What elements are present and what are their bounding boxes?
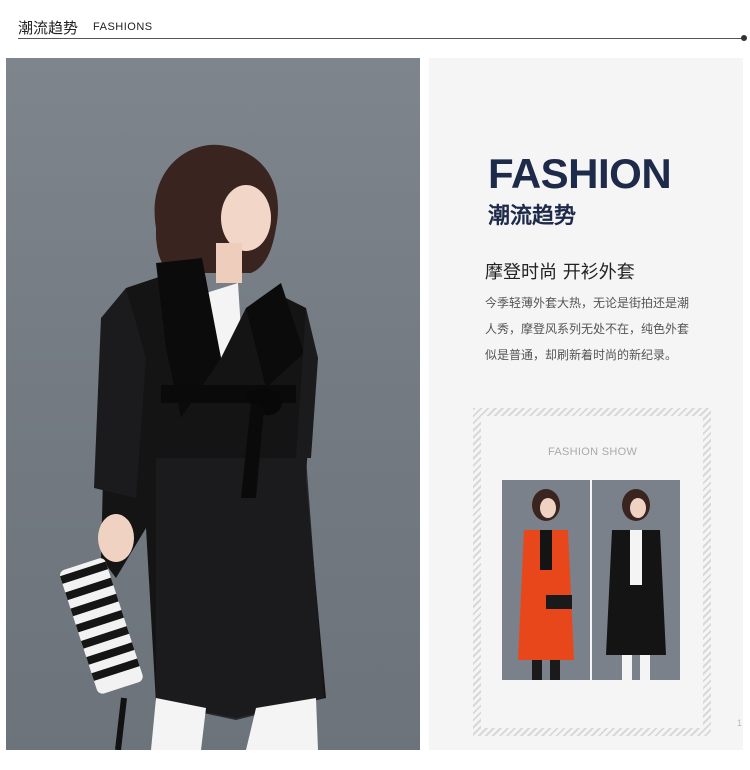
description-line: 人秀，摩登风系列无处不在，纯色外套 <box>485 322 690 336</box>
product-description: 今季轻薄外套大热，无论是街拍还是潮 人秀，摩登风系列无处不在，纯色外套 似是普通… <box>485 290 717 368</box>
thumbnail-orange-coat[interactable] <box>502 480 590 680</box>
headline-cn: 潮流趋势 <box>488 204 577 229</box>
description-line: 今季轻薄外套大热，无论是街拍还是潮 <box>485 296 690 310</box>
model-illustration <box>60 144 326 750</box>
section-title-cn: 潮流趋势 <box>18 19 79 37</box>
orange-coat-illustration <box>502 480 590 680</box>
black-coat-illustration <box>592 480 680 680</box>
header-divider-dot <box>741 35 747 41</box>
description-line: 似是普通，却刷新着时尚的新纪录。 <box>485 348 678 362</box>
page-number: 1 <box>737 718 743 728</box>
section-title-en: FASHIONS <box>93 21 153 33</box>
headline: FASHION <box>488 150 672 197</box>
fashion-show-label: FASHION SHOW <box>548 446 638 458</box>
header-divider <box>18 38 744 39</box>
product-subtitle: 摩登时尚 开衫外套 <box>485 262 635 283</box>
main-model-photo <box>6 58 420 750</box>
thumbnail-black-coat[interactable] <box>592 480 680 680</box>
